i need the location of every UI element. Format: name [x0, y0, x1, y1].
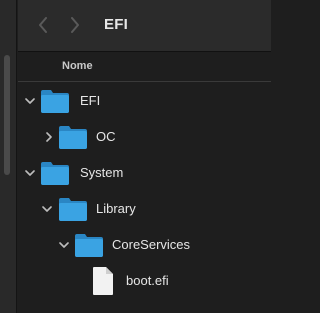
back-button[interactable]: [32, 14, 54, 36]
folder-icon: [59, 126, 87, 149]
scrollbar-thumb[interactable]: [4, 55, 10, 175]
folder-icon: [41, 90, 69, 113]
chevron-left-icon: [39, 17, 47, 33]
column-header-name[interactable]: Nome: [18, 52, 271, 82]
item-name: CoreServices: [112, 237, 191, 252]
list-item[interactable]: System: [18, 155, 271, 191]
item-name: Library: [96, 201, 136, 216]
item-name: OC: [96, 129, 116, 144]
document-icon: [93, 267, 113, 295]
window-title: EFI: [104, 16, 128, 33]
folder-icon: [75, 234, 103, 257]
list-item[interactable]: EFI: [18, 83, 271, 119]
disclosure-expanded-icon[interactable]: [25, 168, 35, 178]
forward-button[interactable]: [64, 14, 86, 36]
list-item[interactable]: Library: [18, 191, 271, 227]
sidebar-edge: [0, 0, 17, 313]
list-item[interactable]: CoreServices: [18, 227, 271, 263]
toolbar: EFI: [18, 0, 271, 52]
folder-icon: [41, 162, 69, 185]
disclosure-expanded-icon[interactable]: [42, 204, 52, 214]
disclosure-collapsed-icon[interactable]: [44, 132, 54, 142]
item-name: boot.efi: [126, 273, 169, 288]
item-name: System: [80, 165, 124, 180]
disclosure-expanded-icon[interactable]: [59, 240, 69, 250]
finder-window: EFI Nome EFI OC System Library CoreServi…: [0, 0, 271, 313]
item-name: EFI: [80, 93, 101, 108]
file-list: EFI OC System Library CoreServices boot.…: [18, 83, 271, 299]
disclosure-expanded-icon[interactable]: [25, 96, 35, 106]
column-header-label: Nome: [62, 60, 93, 72]
list-item[interactable]: boot.efi: [18, 263, 271, 299]
chevron-right-icon: [71, 17, 79, 33]
folder-icon: [59, 198, 87, 221]
list-item[interactable]: OC: [18, 119, 271, 155]
